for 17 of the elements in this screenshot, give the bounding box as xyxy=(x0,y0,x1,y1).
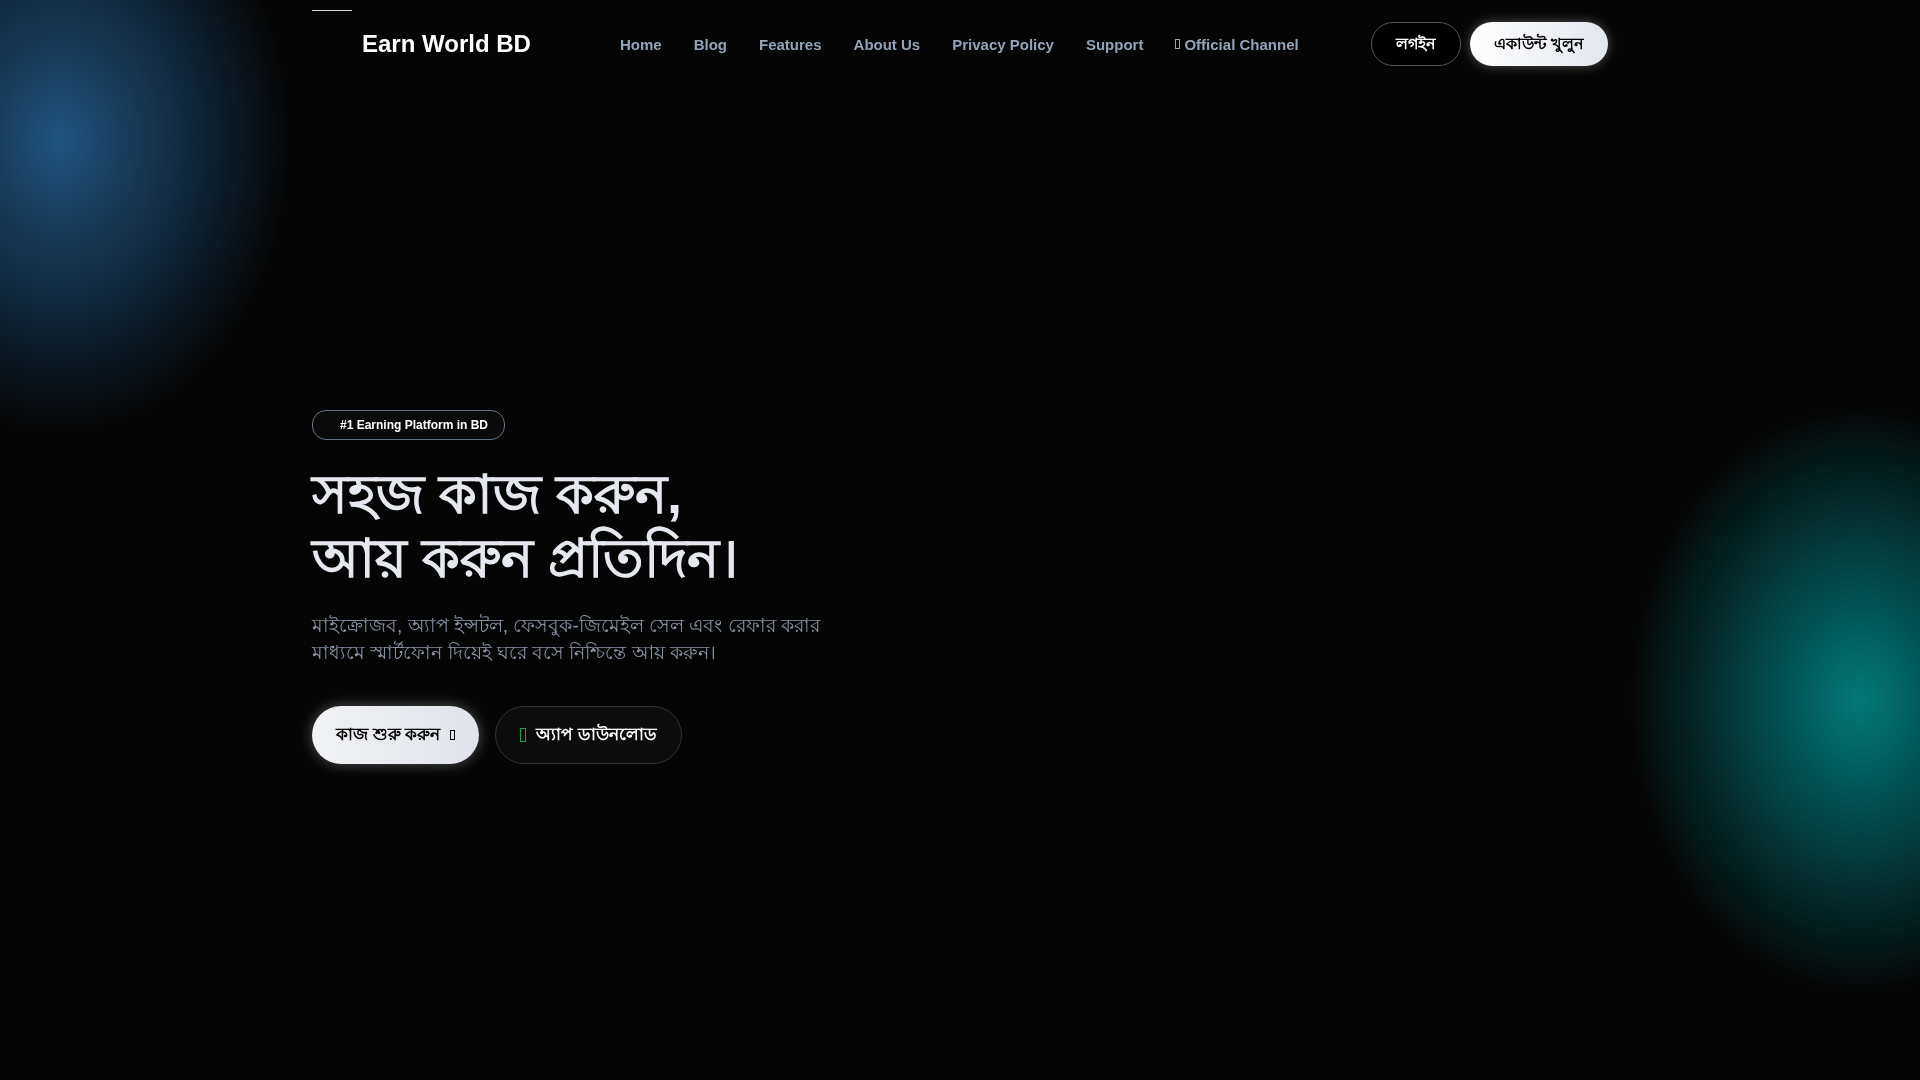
brand-name[interactable]: Earn World BD xyxy=(362,30,531,58)
logo-line-icon xyxy=(312,10,352,11)
signup-button[interactable]: একাউন্ট খুলুন xyxy=(1469,22,1608,66)
login-button[interactable]: লগইন xyxy=(1370,22,1461,66)
start-work-button[interactable]: কাজ শুরু করুন xyxy=(312,706,480,764)
app-download-button[interactable]: অ্যাপ ডাউনলোড xyxy=(495,706,683,764)
hero-badge: #1 Earning Platform in BD xyxy=(312,410,506,440)
hero-description: মাইক্রোজব, অ্যাপ ইন্সটল, ফেসবুক-জিমেইল সেল এবং রেফার করার মাধ্যমে স্মার্টফোন দিয়েই ঘরে বসে নিশ্চিন্তে আয় করুন। xyxy=(312,613,822,665)
nav-link[interactable]: About Us xyxy=(853,35,921,53)
nav-link[interactable]: Blog xyxy=(693,35,727,53)
nav-link[interactable]: Home xyxy=(620,35,662,53)
hero-title: আয় করুন প্রতিদিন। xyxy=(312,526,738,590)
hero-title: সহজ কাজ করুন, xyxy=(312,463,683,526)
nav-link[interactable]: Support xyxy=(1085,35,1144,53)
nav-link[interactable]: Official Channel xyxy=(1175,35,1299,53)
nav-link[interactable]: Features xyxy=(759,35,822,53)
nav-link[interactable]: Privacy Policy xyxy=(952,35,1054,53)
